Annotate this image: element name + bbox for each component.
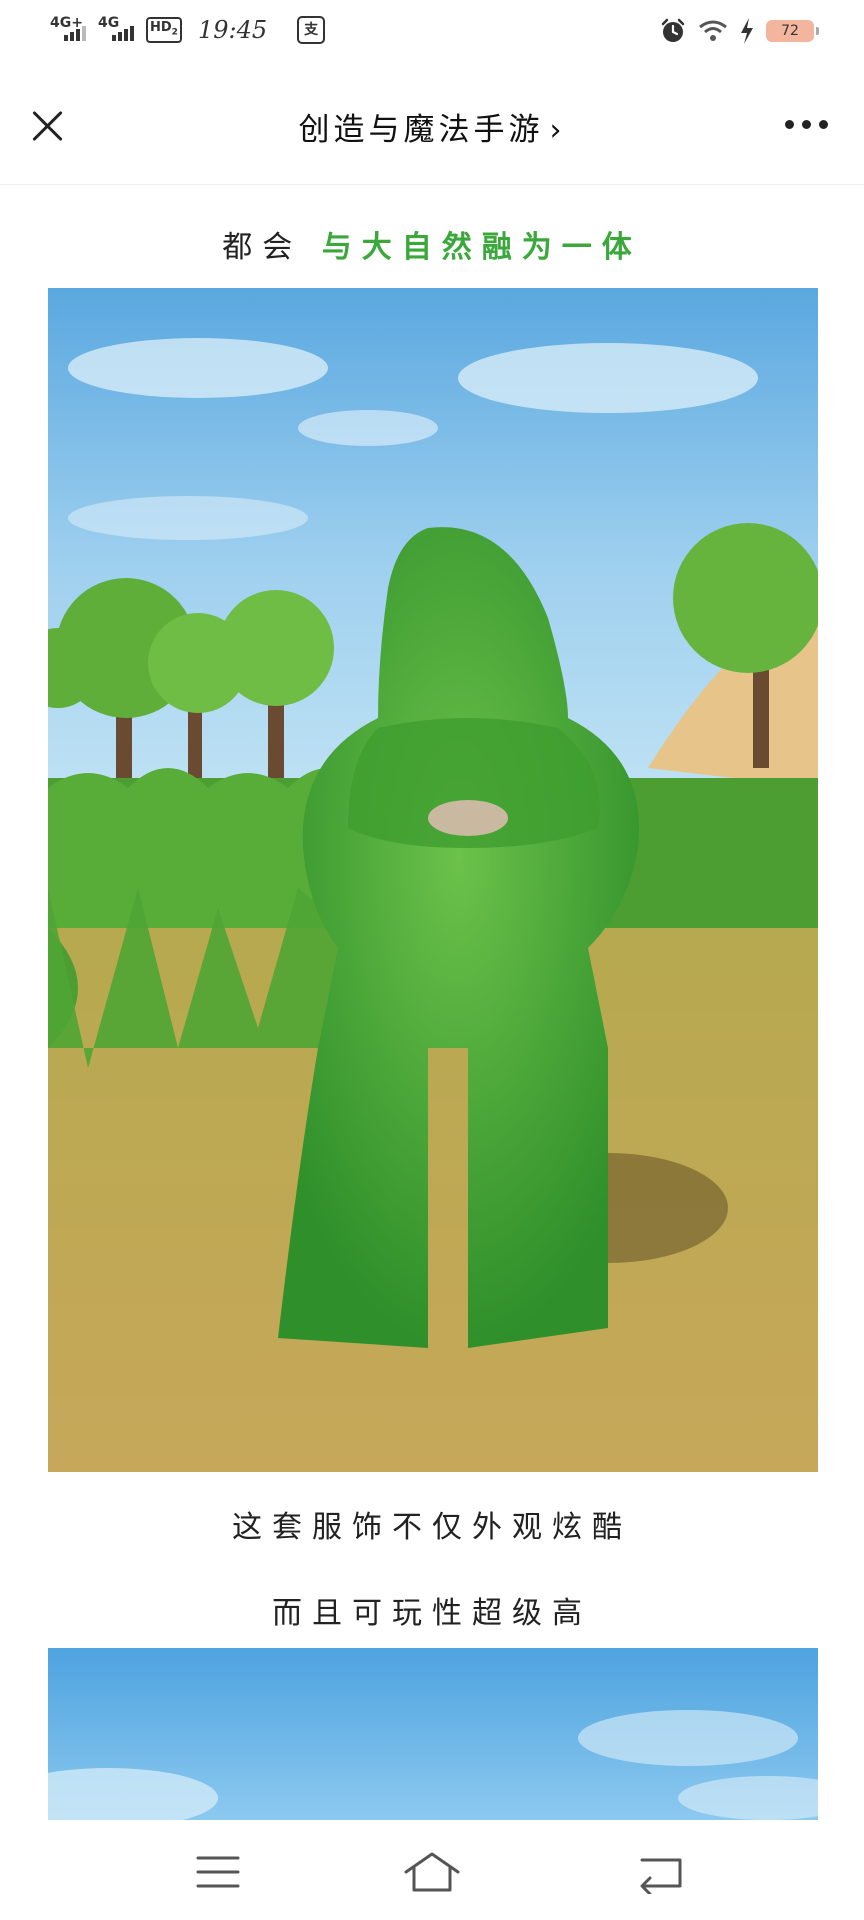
battery-level: 72 (781, 23, 799, 39)
hd-badge: HD2 (146, 16, 182, 44)
charging-icon (741, 18, 753, 44)
page-title: 创造与魔法手游 (298, 112, 544, 148)
caption-1-prefix: 都会 (222, 230, 303, 265)
system-nav-bar (0, 1820, 864, 1920)
more-icon[interactable] (785, 120, 828, 129)
signal-2-label: 4G (98, 15, 120, 31)
status-left: 4G+ 4G HD2 19:45 支 (50, 15, 326, 44)
alipay-icon: 支 (297, 16, 326, 44)
status-right: 72 (660, 18, 819, 44)
caption-2: 这套服饰不仅外观炫酷 (232, 1510, 632, 1545)
signal-1-label: 4G+ (50, 15, 83, 31)
back-icon[interactable] (632, 1850, 692, 1894)
wifi-icon (699, 20, 727, 41)
hd-sub: 2 (171, 27, 178, 38)
nav-bar: 创造与魔法手游 › (0, 70, 864, 185)
caption-3: 而且可玩性超级高 (272, 1596, 592, 1631)
caption-1-highlight: 与大自然融为一体 (321, 230, 642, 265)
alarm-icon (661, 18, 685, 42)
caption-1: 都会 与大自然融为一体 (0, 222, 864, 266)
home-icon[interactable] (402, 1850, 462, 1894)
signal-icon: 4G (98, 15, 134, 41)
menu-icon[interactable] (188, 1850, 248, 1894)
grass-suit-character-image (48, 288, 818, 1472)
status-bar: 4G+ 4G HD2 19:45 支 72 (0, 0, 864, 70)
battery-icon: 72 (766, 20, 819, 42)
signal-icon: 4G+ (50, 15, 86, 41)
account-title-link[interactable]: 创造与魔法手游 › (0, 104, 864, 149)
status-time: 19:45 (197, 16, 268, 44)
chevron-right-icon: › (549, 113, 566, 148)
hd-label: HD (150, 19, 172, 35)
sky-image (48, 1648, 818, 1820)
